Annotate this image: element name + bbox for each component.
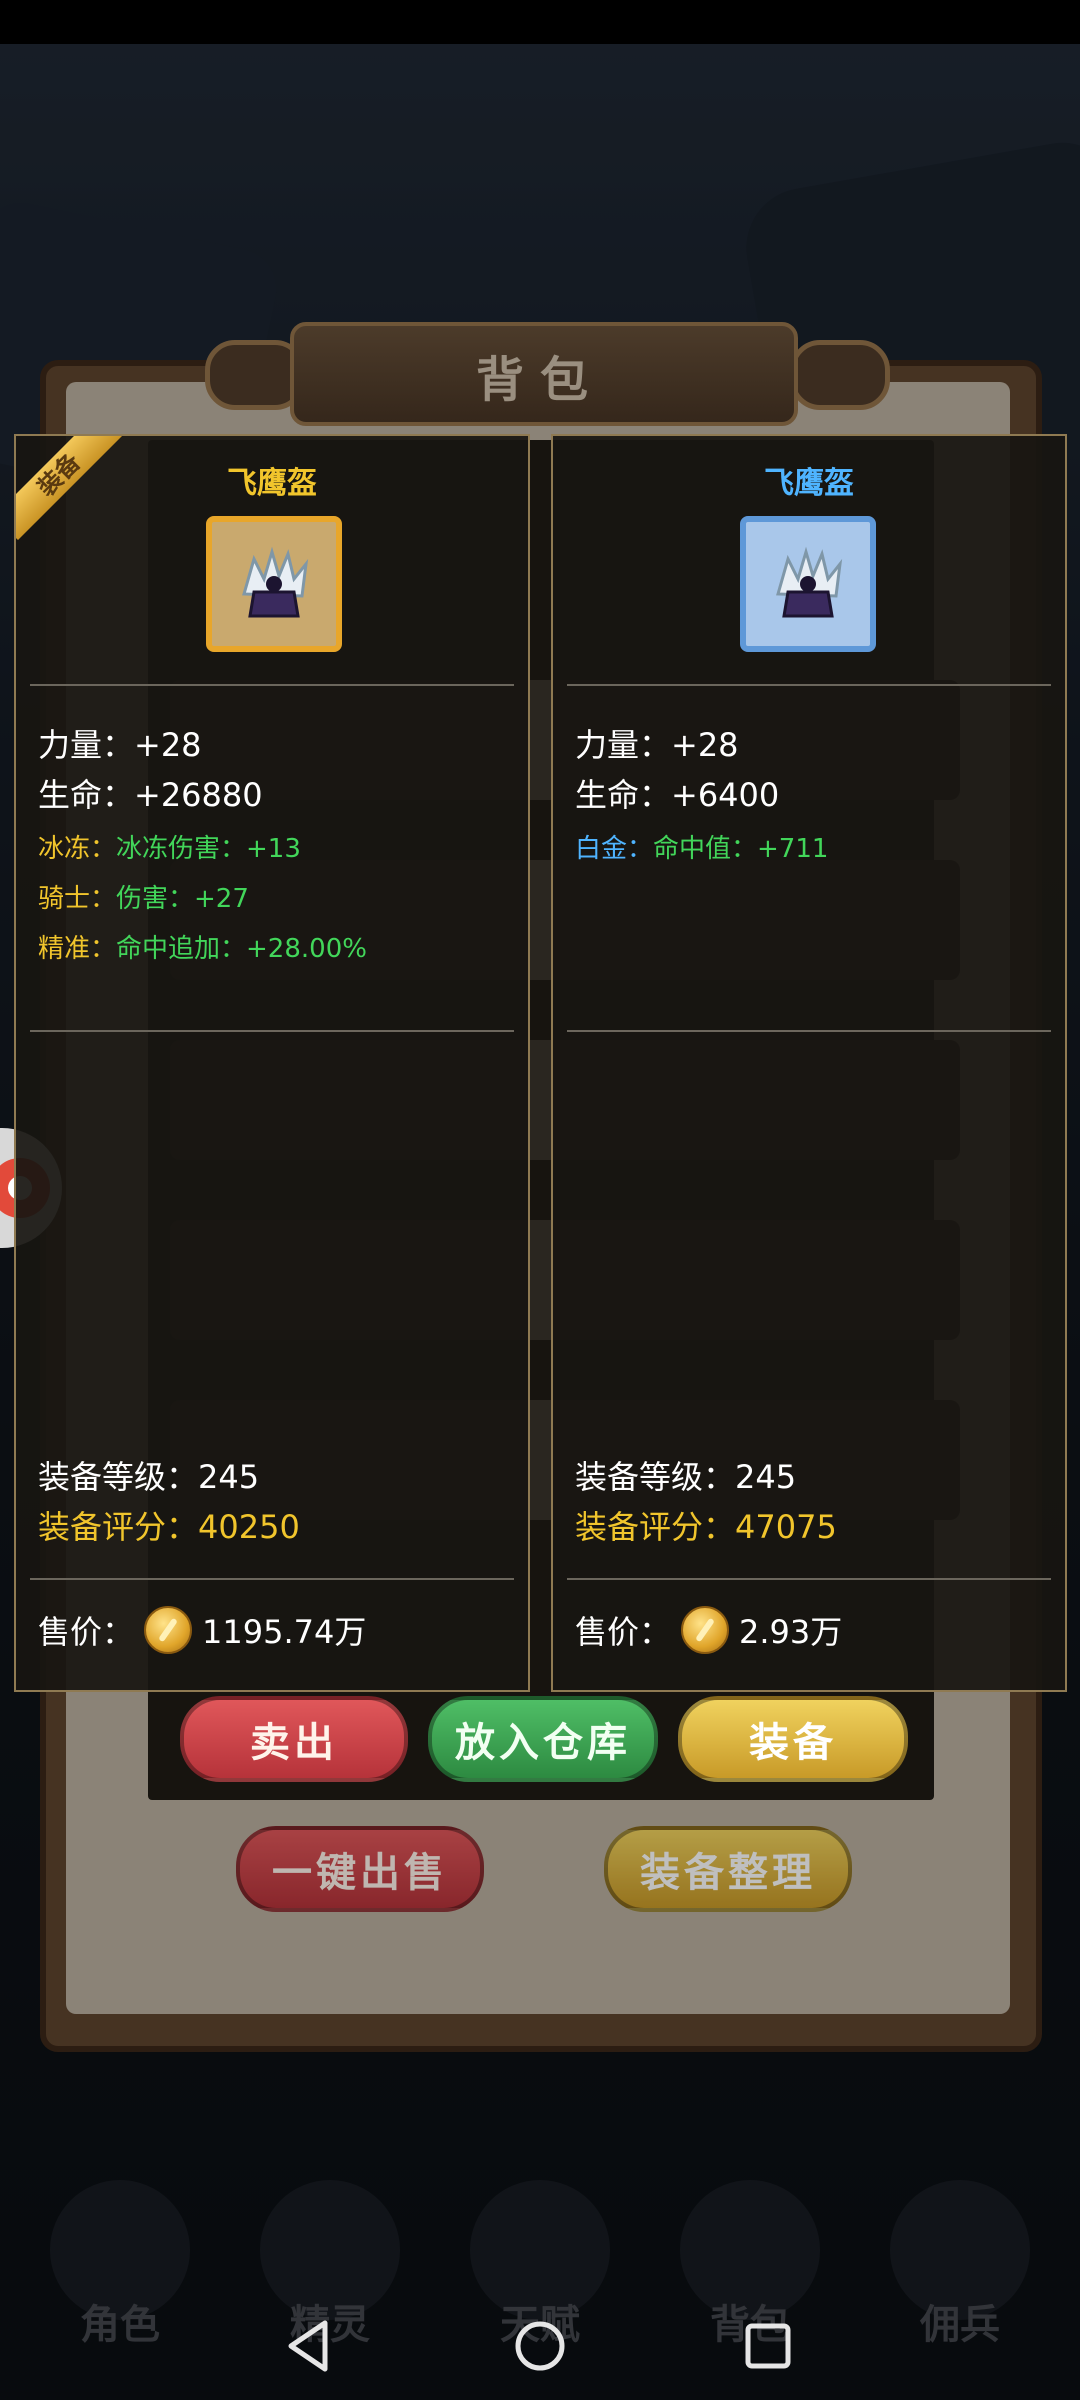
- special-stat-value: 命中值：+711: [653, 834, 829, 864]
- system-nav-bar: [0, 2290, 1080, 2400]
- sort-equipment-button[interactable]: 装备整理: [604, 1826, 852, 1912]
- divider: [30, 1578, 514, 1580]
- back-button[interactable]: [268, 2306, 348, 2386]
- stat-health: 生命：+26880: [38, 776, 263, 814]
- equipment-score: 装备评分：47075: [575, 1508, 837, 1546]
- special-stat-label: 冰冻：: [38, 834, 117, 864]
- status-bar: [0, 0, 1080, 44]
- divider: [567, 1578, 1051, 1580]
- sell-all-button[interactable]: 一键出售: [236, 1826, 484, 1912]
- special-stat-row: 冰冻：冰冻伤害：+13: [38, 828, 301, 865]
- stat-health: 生命：+6400: [575, 776, 780, 814]
- compare-item-card: 飞鹰盔 力量：+28 生命：+6400 白金：命中值：+711 装备等级：245…: [551, 434, 1067, 1692]
- winged-helmet-icon: [206, 516, 342, 652]
- recents-square-icon: [745, 2323, 791, 2369]
- special-stat-row: 白金：命中值：+711: [575, 828, 828, 865]
- special-stat-label: 白金：: [575, 834, 654, 864]
- sell-price-label: 售价：: [575, 1613, 672, 1651]
- divider: [567, 684, 1051, 686]
- stat-strength: 力量：+28: [38, 726, 202, 764]
- divider: [567, 1030, 1051, 1032]
- sell-button[interactable]: 卖出: [180, 1696, 408, 1782]
- home-button[interactable]: [500, 2306, 580, 2386]
- equipped-item-card: 装备 飞鹰盔 力量：+28 生命：+26880 冰冻：冰冻伤害：+13 骑士：伤…: [14, 434, 530, 1692]
- winged-helmet-icon: [740, 516, 876, 652]
- gold-coin-icon: [681, 1606, 730, 1654]
- equipment-level: 装备等级：245: [38, 1458, 260, 1496]
- sell-price-label: 售价：: [38, 1613, 135, 1651]
- divider: [30, 684, 514, 686]
- backpack-title: 背包: [475, 352, 604, 408]
- special-stat-value: 伤害：+27: [116, 884, 249, 914]
- item-name: 飞鹰盔: [764, 466, 854, 501]
- special-stat-label: 骑士：: [38, 884, 117, 914]
- special-stat-row: 精准：命中追加：+28.00%: [38, 928, 367, 965]
- special-stat-value: 命中追加：+28.00%: [116, 934, 367, 964]
- home-circle-icon: [515, 2321, 565, 2371]
- store-warehouse-button[interactable]: 放入仓库: [428, 1696, 658, 1782]
- stat-strength: 力量：+28: [575, 726, 739, 764]
- title-ornament: [790, 340, 890, 410]
- equipment-score: 装备评分：40250: [38, 1508, 300, 1546]
- special-stat-value: 冰冻伤害：+13: [116, 834, 301, 864]
- recents-button[interactable]: [728, 2306, 808, 2386]
- back-triangle-icon: [288, 2320, 328, 2372]
- item-name: 飞鹰盔: [227, 466, 317, 501]
- sell-price-value: 2.93万: [739, 1613, 843, 1651]
- divider: [30, 1030, 514, 1032]
- equip-button[interactable]: 装备: [678, 1696, 908, 1782]
- special-stat-row: 骑士：伤害：+27: [38, 878, 249, 915]
- sell-price-row: 售价： 1195.74万: [38, 1606, 366, 1654]
- special-stat-label: 精准：: [38, 934, 117, 964]
- sell-price-value: 1195.74万: [202, 1613, 367, 1651]
- equipment-level: 装备等级：245: [575, 1458, 797, 1496]
- sell-price-row: 售价： 2.93万: [575, 1606, 842, 1654]
- gold-coin-icon: [144, 1606, 193, 1654]
